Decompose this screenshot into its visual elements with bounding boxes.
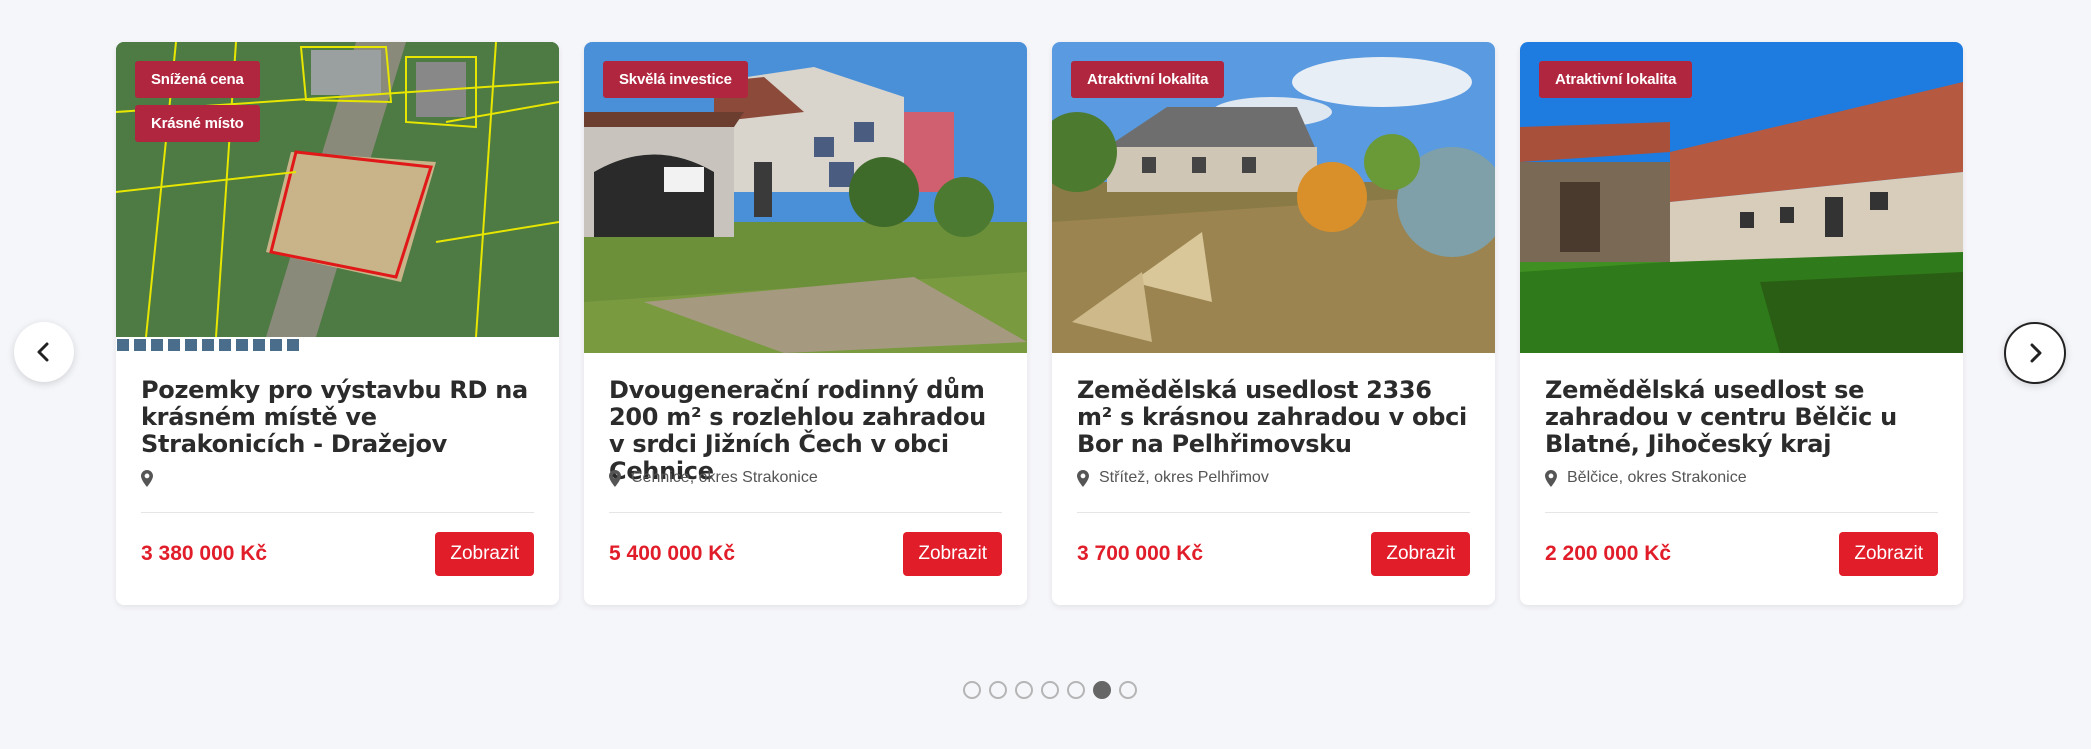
property-price: 5 400 000 Kč <box>609 542 736 565</box>
property-card[interactable]: Atraktivní lokalita Zemědělská usedlost … <box>1052 42 1495 605</box>
map-pin-icon <box>609 469 621 487</box>
chevron-left-icon <box>37 342 49 362</box>
map-pin-icon <box>141 469 153 487</box>
divider <box>141 512 534 513</box>
property-location <box>141 467 534 489</box>
show-button[interactable]: Zobrazit <box>1371 532 1470 576</box>
property-card[interactable]: Atraktivní lokalita Zemědělská usedlost … <box>1520 42 1963 605</box>
divider <box>1077 512 1470 513</box>
carousel-pagination <box>963 681 1137 699</box>
property-photo: Atraktivní lokalita <box>1520 42 1963 353</box>
badge-beautiful-place: Krásné místo <box>135 105 260 142</box>
pagination-dot[interactable] <box>1041 681 1059 699</box>
map-pin-icon <box>1545 469 1557 487</box>
pagination-dot[interactable] <box>1067 681 1085 699</box>
carousel-next-button[interactable] <box>2004 322 2066 384</box>
show-button[interactable]: Zobrazit <box>1839 532 1938 576</box>
badge-attractive-location: Atraktivní lokalita <box>1539 61 1693 98</box>
property-title[interactable]: Zemědělská usedlost 2336 m² s krásnou za… <box>1077 377 1470 459</box>
pagination-dot[interactable] <box>989 681 1007 699</box>
pagination-dot[interactable] <box>1119 681 1137 699</box>
badge-attractive-location: Atraktivní lokalita <box>1071 61 1225 98</box>
badge-group: Skvělá investice <box>603 61 748 98</box>
badge-reduced-price: Snížená cena <box>135 61 260 98</box>
property-card[interactable]: Skvělá investice Dvougenerační rodinný d… <box>584 42 1027 605</box>
divider <box>609 512 1002 513</box>
property-photo: Skvělá investice <box>584 42 1027 353</box>
divider <box>1545 512 1938 513</box>
property-location: Bělčice, okres Strakonice <box>1545 467 1938 489</box>
location-text: Bělčice, okres Strakonice <box>1567 469 1747 486</box>
property-carousel: Snížená cena Krásné místo Pozemky pro vý… <box>0 0 2091 749</box>
pagination-dot-active[interactable] <box>1093 681 1111 699</box>
badge-group: Snížená cena Krásné místo <box>135 61 260 142</box>
map-toolbar <box>116 338 300 352</box>
property-photo: Atraktivní lokalita <box>1052 42 1495 353</box>
carousel-prev-button[interactable] <box>14 322 74 382</box>
property-title[interactable]: Pozemky pro výstavbu RD na krásném místě… <box>141 377 534 459</box>
badge-group: Atraktivní lokalita <box>1071 61 1225 98</box>
pagination-dot[interactable] <box>963 681 981 699</box>
location-text: Cehnice, okres Strakonice <box>631 469 818 486</box>
pagination-dot[interactable] <box>1015 681 1033 699</box>
property-price: 3 700 000 Kč <box>1077 542 1204 565</box>
badge-great-investment: Skvělá investice <box>603 61 748 98</box>
property-location: Střítež, okres Pelhřimov <box>1077 467 1470 489</box>
badge-group: Atraktivní lokalita <box>1539 61 1693 98</box>
show-button[interactable]: Zobrazit <box>903 532 1002 576</box>
property-price: 3 380 000 Kč <box>141 542 268 565</box>
property-price: 2 200 000 Kč <box>1545 542 1672 565</box>
show-button[interactable]: Zobrazit <box>435 532 534 576</box>
location-text: Střítež, okres Pelhřimov <box>1099 469 1269 486</box>
carousel-track: Snížená cena Krásné místo Pozemky pro vý… <box>116 42 1963 605</box>
property-card[interactable]: Snížená cena Krásné místo Pozemky pro vý… <box>116 42 559 605</box>
map-pin-icon <box>1077 469 1089 487</box>
property-title[interactable]: Zemědělská usedlost se zahradou v centru… <box>1545 377 1938 459</box>
property-title[interactable]: Dvougenerační rodinný dům 200 m² s rozle… <box>609 377 1002 485</box>
property-location: Cehnice, okres Strakonice <box>609 467 1002 489</box>
chevron-right-icon <box>2030 343 2042 363</box>
property-photo: Snížená cena Krásné místo <box>116 42 559 353</box>
